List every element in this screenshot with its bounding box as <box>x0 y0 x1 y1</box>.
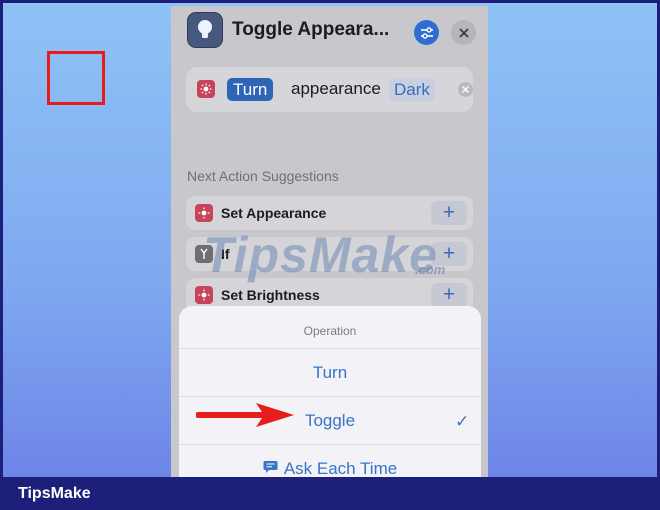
pointer-arrow-icon <box>196 403 294 427</box>
appearance-icon <box>195 204 213 222</box>
option-label: Turn <box>312 363 348 382</box>
option-ask-each-time[interactable]: Ask Each Time <box>179 444 481 479</box>
suggestion-label: Set Appearance <box>221 205 327 221</box>
suggestion-label: Set Brightness <box>221 287 320 303</box>
highlight-annotation <box>47 51 105 105</box>
shortcut-title[interactable]: Toggle Appeara... <box>232 19 389 41</box>
suggestions-heading: Next Action Suggestions <box>187 168 339 184</box>
footer-bar: TipsMake <box>0 477 660 510</box>
sliders-icon[interactable] <box>414 20 439 45</box>
action-text: appearance <box>291 79 381 98</box>
speech-bubble-icon <box>263 460 278 479</box>
editor-header: Toggle Appeara... <box>171 6 488 58</box>
add-button[interactable]: + <box>431 283 467 307</box>
set-appearance-action: Turn appearance Dark <box>186 67 473 112</box>
suggestion-set-appearance[interactable]: Set Appearance + <box>186 196 473 230</box>
remove-icon[interactable] <box>458 82 473 97</box>
appearance-parameter[interactable]: Dark <box>389 78 435 101</box>
brand-label: TipsMake <box>18 485 91 502</box>
lightbulb-icon[interactable] <box>187 12 223 48</box>
appearance-icon <box>197 80 215 98</box>
watermark-suffix: .com <box>415 262 446 277</box>
sheet-title: Operation <box>303 324 357 338</box>
option-turn[interactable]: Turn <box>179 348 481 397</box>
operation-sheet: Operation Turn Toggle ✓ Ask Each Time <box>179 306 481 479</box>
brightness-icon <box>195 286 213 304</box>
add-button[interactable]: + <box>431 201 467 225</box>
watermark-logo: TipsMake <box>203 227 438 283</box>
close-icon[interactable] <box>451 20 476 45</box>
operation-parameter[interactable]: Turn <box>227 78 274 101</box>
checkmark-icon: ✓ <box>455 412 470 431</box>
option-label: Ask Each Time <box>283 459 398 478</box>
